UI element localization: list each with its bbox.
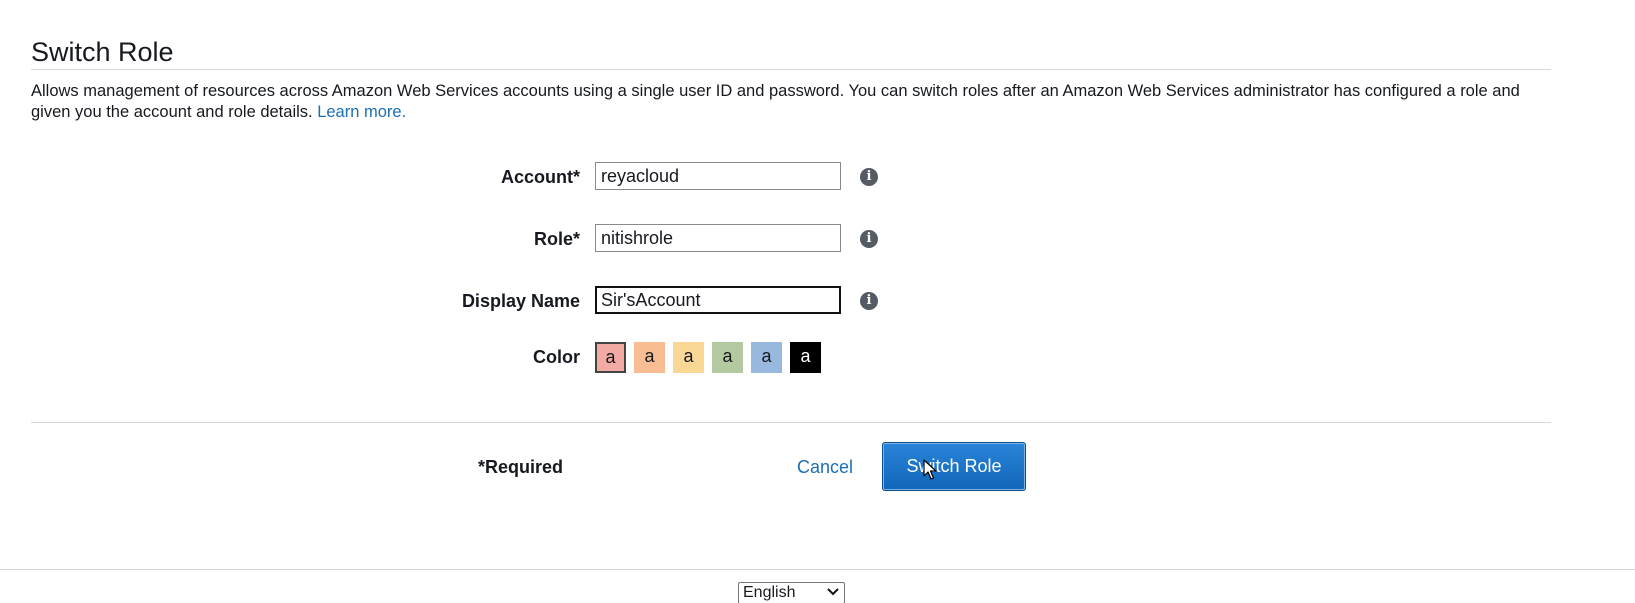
account-label: Account* — [500, 167, 580, 187]
color-swatch-1[interactable]: a — [595, 342, 626, 373]
cancel-link[interactable]: Cancel — [797, 452, 853, 482]
form-divider — [31, 422, 1551, 423]
color-label-wrap: Color — [280, 342, 580, 372]
display-name-label: Display Name — [461, 291, 580, 311]
role-input[interactable] — [595, 224, 841, 252]
account-input[interactable] — [595, 162, 841, 190]
info-icon[interactable]: i — [860, 168, 878, 186]
role-label-wrap: Role* — [280, 224, 580, 254]
learn-more-link[interactable]: Learn more. — [317, 103, 406, 121]
info-icon[interactable]: i — [860, 292, 878, 310]
color-swatch-3[interactable]: a — [673, 342, 704, 373]
page-title: Switch Role — [31, 37, 174, 67]
mouse-cursor-icon — [923, 459, 937, 480]
display-name-input[interactable] — [595, 286, 841, 314]
display-name-label-wrap: Display Name — [280, 286, 580, 316]
account-label-wrap: Account* — [280, 162, 580, 192]
title-divider — [31, 69, 1551, 70]
color-swatch-4[interactable]: a — [712, 342, 743, 373]
role-label: Role* — [533, 229, 580, 249]
required-note: *Required — [478, 457, 564, 477]
chevron-down-icon — [827, 588, 839, 596]
switch-role-button[interactable]: Switch Role — [882, 442, 1026, 491]
page-description: Allows management of resources across Am… — [31, 81, 1561, 123]
color-swatch-2[interactable]: a — [634, 342, 665, 373]
color-swatch-6[interactable]: a — [790, 342, 821, 373]
footer-divider — [0, 569, 1635, 570]
info-icon[interactable]: i — [860, 230, 878, 248]
color-label: Color — [533, 347, 580, 367]
color-swatch-5[interactable]: a — [751, 342, 782, 373]
description-text: Allows management of resources across Am… — [31, 82, 1520, 121]
language-select[interactable]: English — [738, 582, 845, 603]
language-select-value: English — [743, 584, 796, 601]
